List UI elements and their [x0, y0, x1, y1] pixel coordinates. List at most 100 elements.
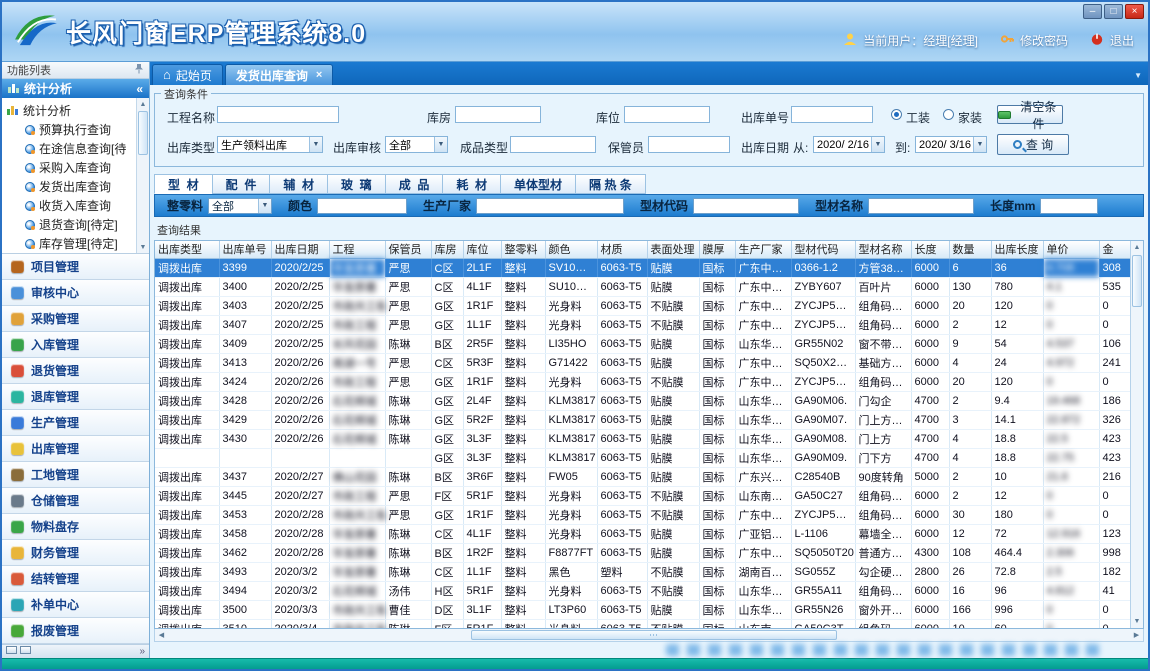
tree-item-收货入库查询[interactable]: 收货入库查询 [7, 196, 134, 215]
order-no-input[interactable] [791, 106, 873, 123]
column-header[interactable]: 膜厚 [699, 241, 735, 258]
material-tab-成品[interactable]: 成 品 [385, 174, 443, 194]
footer-icons[interactable] [6, 646, 34, 657]
project-name-input[interactable] [217, 106, 339, 123]
table-row[interactable]: 调拨出库34622020/2/28华发原著陈琳B区1R2F整料F8877FT60… [155, 543, 1130, 562]
column-header[interactable]: 数量 [949, 241, 991, 258]
tab-发货出库查询[interactable]: 发货出库查询× [225, 64, 333, 85]
table-row[interactable]: 调拨出库34242020/2/26市政工程严思G区1R1F整料光身料6063-T… [155, 372, 1130, 391]
column-header[interactable]: 生产厂家 [735, 241, 791, 258]
column-header[interactable]: 材质 [597, 241, 647, 258]
table-row[interactable]: 调拨出库34092020/2/25长风花园陈琳B区2R5F整料LI35HO606… [155, 334, 1130, 353]
sidebar-item-项目管理[interactable]: 项目管理 [2, 254, 149, 280]
sidebar-item-采购管理[interactable]: 采购管理 [2, 306, 149, 332]
scroll-down-icon[interactable]: ▼ [1131, 615, 1143, 628]
table-row[interactable]: 调拨出库34452020/2/27市政工程严思F区5R1F整料光身料6063-T… [155, 486, 1130, 505]
table-row[interactable]: 调拨出库34372020/2/27佛山花园陈琳B区3R6F整料FW056063-… [155, 467, 1130, 486]
column-header[interactable]: 工程 [329, 241, 385, 258]
table-row[interactable]: 调拨出库34932020/3/2华发原著陈琳C区1L1F整料黑色塑料不贴膜国标湖… [155, 562, 1130, 581]
clear-button[interactable]: 清空条件 [997, 105, 1063, 124]
column-header[interactable]: 出库长度 [991, 241, 1043, 258]
table-row[interactable]: 调拨出库35102020/3/4市政共工程陈琳F区5R1F整料光身料6063-T… [155, 619, 1130, 628]
material-tab-玻璃[interactable]: 玻 璃 [327, 174, 385, 194]
tree-scrollbar[interactable]: ▲ ▼ [136, 98, 149, 253]
column-header[interactable]: 整零料 [501, 241, 545, 258]
radio-home-label[interactable]: 家装 [958, 109, 982, 126]
column-header[interactable]: 库位 [463, 241, 501, 258]
sidebar-item-退货管理[interactable]: 退货管理 [2, 358, 149, 384]
length-input[interactable] [1040, 198, 1098, 214]
hscroll-thumb[interactable] [471, 630, 837, 640]
tab-close-icon[interactable]: × [316, 69, 322, 81]
whole-part-select[interactable]: 全部 ▼ [208, 198, 272, 214]
column-header[interactable]: 出库单号 [219, 241, 271, 258]
tree-root[interactable]: 统计分析 [7, 101, 134, 120]
table-row[interactable]: 调拨出库34582020/2/28华发原著陈琳C区4L1F整料光身料6063-T… [155, 524, 1130, 543]
date-from-picker[interactable]: 2020/ 2/16 ▼ [813, 136, 885, 153]
sidebar-item-补单中心[interactable]: 补单中心 [2, 592, 149, 618]
tab-起始页[interactable]: ⌂起始页 [152, 64, 223, 85]
vscroll-thumb[interactable] [1132, 255, 1142, 307]
horizontal-scrollbar[interactable]: ◀ ▶ [154, 629, 1144, 642]
sidebar-item-出库管理[interactable]: 出库管理 [2, 436, 149, 462]
table-row[interactable]: 调拨出库35002020/3/3市政共工程曹佳D区3L1F整料LT3P60606… [155, 600, 1130, 619]
table-row[interactable]: 调拨出库34132020/2/26南湖一号严思C区5R3F整料G71422606… [155, 353, 1130, 372]
audit-select[interactable]: 全部 ▼ [385, 136, 448, 153]
profile-code-input[interactable] [693, 198, 799, 214]
search-button[interactable]: 查 询 [997, 134, 1069, 155]
sidebar-item-退库管理[interactable]: 退库管理 [2, 384, 149, 410]
column-header[interactable]: 出库日期 [271, 241, 329, 258]
panel-icon[interactable] [6, 646, 17, 654]
table-row[interactable]: 调拨出库34942020/3/2石花辉城汤伟H区5R1F整料光身料6063-T5… [155, 581, 1130, 600]
table-row[interactable]: 调拨出库34282020/2/26石花辉城陈琳G区2L4F整料KLM381760… [155, 391, 1130, 410]
scroll-right-icon[interactable]: ▶ [1130, 629, 1143, 642]
sidebar-item-工地管理[interactable]: 工地管理 [2, 462, 149, 488]
column-header[interactable]: 保管员 [385, 241, 431, 258]
warehouse-input[interactable] [455, 106, 541, 123]
logout-link[interactable]: 退出 [1110, 32, 1134, 49]
column-header[interactable]: 出库类型 [155, 241, 219, 258]
table-row[interactable]: 调拨出库34292020/2/26石花辉城陈琳G区5R2F整料KLM381760… [155, 410, 1130, 429]
radio-home[interactable] [943, 109, 954, 120]
minimize-button[interactable]: – [1083, 4, 1102, 19]
material-tab-配件[interactable]: 配 件 [212, 174, 270, 194]
sidebar-group-statistics[interactable]: 统计分析 « [2, 79, 149, 98]
material-tab-型材[interactable]: 型 材 [154, 174, 212, 194]
panel-icon-2[interactable] [20, 646, 31, 654]
tree-item-发货出库查询[interactable]: 发货出库查询 [7, 177, 134, 196]
tree-item-预算执行查询[interactable]: 预算执行查询 [7, 120, 134, 139]
sidebar-item-报废管理[interactable]: 报废管理 [2, 618, 149, 644]
scroll-up-icon[interactable]: ▲ [137, 98, 149, 110]
sidebar-item-财务管理[interactable]: 财务管理 [2, 540, 149, 566]
table-row[interactable]: 调拨出库33992020/2/25华发原著严思C区2L1F整料SV10…6063… [155, 258, 1130, 277]
table-row[interactable]: 调拨出库34532020/2/28市政共工程严思G区1R1F整料光身料6063-… [155, 505, 1130, 524]
sidebar-item-仓储管理[interactable]: 仓储管理 [2, 488, 149, 514]
material-tab-隔热条[interactable]: 隔 热 条 [575, 174, 646, 194]
column-header[interactable]: 颜色 [545, 241, 597, 258]
sidebar-item-结转管理[interactable]: 结转管理 [2, 566, 149, 592]
tree-item-采购入库查询[interactable]: 采购入库查询 [7, 158, 134, 177]
column-header[interactable]: 金 [1099, 241, 1130, 258]
vertical-scrollbar[interactable]: ▲ ▼ [1130, 241, 1143, 628]
product-type-input[interactable] [510, 136, 596, 153]
sidebar-item-物料盘存[interactable]: 物料盘存 [2, 514, 149, 540]
change-password-link[interactable]: 修改密码 [1020, 32, 1068, 49]
tabstrip-caret-icon[interactable]: ▼ [1134, 71, 1142, 80]
radio-work-label[interactable]: 工装 [906, 109, 930, 126]
keeper-input[interactable] [648, 136, 730, 153]
color-input[interactable] [317, 198, 407, 214]
collapse-icon[interactable]: « [136, 82, 143, 96]
sidebar-item-生产管理[interactable]: 生产管理 [2, 410, 149, 436]
out-type-select[interactable]: 生产领料出库 ▼ [217, 136, 323, 153]
column-header[interactable]: 型材代码 [791, 241, 855, 258]
table-row[interactable]: 调拨出库34032020/2/25市政共工程严思G区1R1F整料光身料6063-… [155, 296, 1130, 315]
column-header[interactable]: 库房 [431, 241, 463, 258]
material-tab-耗材[interactable]: 耗 材 [442, 174, 500, 194]
scroll-down-icon[interactable]: ▼ [137, 241, 149, 253]
close-button[interactable]: × [1125, 4, 1144, 19]
table-row[interactable]: 调拨出库34302020/2/26石花辉城陈琳G区3L3F整料KLM381760… [155, 429, 1130, 448]
scroll-left-icon[interactable]: ◀ [155, 629, 168, 642]
tree-item-在途信息查询[待[interactable]: 在途信息查询[待 [7, 139, 134, 158]
column-header[interactable]: 单价 [1043, 241, 1099, 258]
material-tab-辅材[interactable]: 辅 材 [269, 174, 327, 194]
